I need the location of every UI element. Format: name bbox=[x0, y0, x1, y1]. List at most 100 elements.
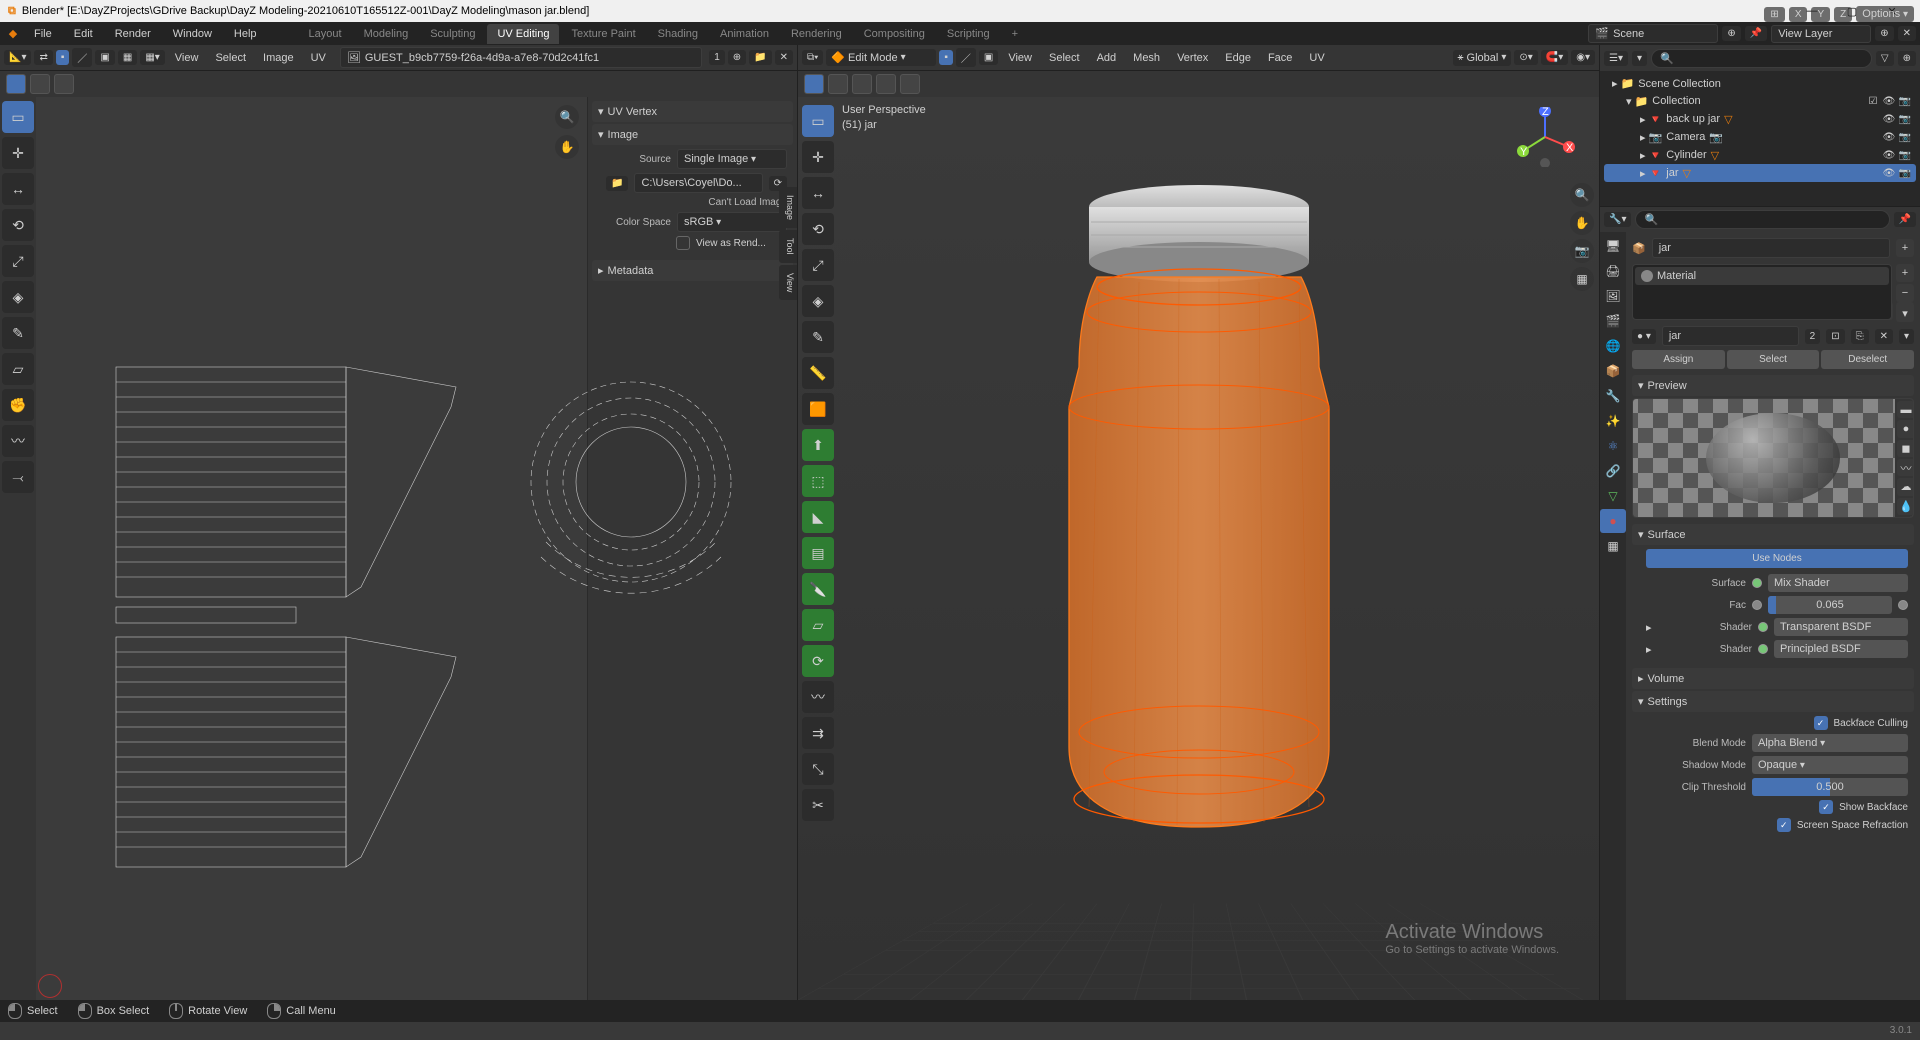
nav-gizmo[interactable]: Z Y X bbox=[1515, 107, 1575, 167]
vtool-spin[interactable]: ⟳ bbox=[802, 645, 834, 677]
tool-relax[interactable]: 〰 bbox=[2, 425, 34, 457]
tree-backup-jar[interactable]: ▸ 🔻 back up jar▽ 👁📷 bbox=[1604, 110, 1916, 128]
pivot-dropdown[interactable]: ⊙▾ bbox=[1514, 50, 1537, 65]
vp-camera-icon[interactable]: 📷 bbox=[1570, 239, 1594, 263]
ws-compositing[interactable]: Compositing bbox=[854, 24, 935, 44]
socket-icon[interactable] bbox=[1898, 600, 1908, 610]
selmode-edge[interactable]: ／ bbox=[956, 48, 976, 67]
vtool-extrude[interactable]: ⬆ bbox=[802, 429, 834, 461]
vtool-annotate[interactable]: ✎ bbox=[802, 321, 834, 353]
scene-new-button[interactable]: ⊕ bbox=[1722, 26, 1740, 41]
ptab-world[interactable]: 🌐 bbox=[1600, 334, 1626, 358]
slot-remove[interactable]: − bbox=[1896, 284, 1914, 302]
ws-texture-paint[interactable]: Texture Paint bbox=[561, 24, 645, 44]
tree-camera[interactable]: ▸ 📷 Camera📷 👁📷 bbox=[1604, 128, 1916, 146]
viewlayer-remove-button[interactable]: ✕ bbox=[1898, 26, 1916, 41]
material-nodes-toggle[interactable]: ▾ bbox=[1899, 329, 1914, 344]
tree-cylinder[interactable]: ▸ 🔻 Cylinder▽ 👁📷 bbox=[1604, 146, 1916, 164]
ptab-particle[interactable]: ✨ bbox=[1600, 409, 1626, 433]
orientation-dropdown[interactable]: ⚹ Global ▾ bbox=[1453, 50, 1512, 66]
ws-rendering[interactable]: Rendering bbox=[781, 24, 852, 44]
material-slot-list[interactable]: Material bbox=[1632, 264, 1892, 320]
ptab-scene[interactable]: 🎬 bbox=[1600, 309, 1626, 333]
material-unlink[interactable]: ✕ bbox=[1875, 329, 1893, 344]
uv-pan-icon[interactable]: ✋ bbox=[555, 135, 579, 159]
ptab-output[interactable]: 🖨 bbox=[1600, 259, 1626, 283]
eye-icon[interactable]: 👁 bbox=[1882, 148, 1896, 162]
vp-menu-uv[interactable]: UV bbox=[1302, 50, 1331, 66]
uv-image-unlink[interactable]: ✕ bbox=[775, 50, 793, 65]
vtool-addcube[interactable]: 🟧 bbox=[802, 393, 834, 425]
render-icon[interactable]: 📷 bbox=[1898, 130, 1912, 144]
vp-axis-z[interactable]: Z bbox=[1834, 7, 1852, 22]
ptab-object[interactable]: 📦 bbox=[1600, 359, 1626, 383]
vp-overlay-4[interactable] bbox=[876, 74, 896, 94]
expand-icon[interactable]: ▸ bbox=[1646, 621, 1658, 634]
render-icon[interactable]: 📷 bbox=[1898, 112, 1912, 126]
tree-collection[interactable]: ▾ 📁 Collection ☑👁📷 bbox=[1604, 92, 1916, 110]
uv-selmode-face[interactable]: ▣ bbox=[95, 50, 114, 65]
backface-culling-checkbox[interactable]: ✓ bbox=[1814, 716, 1828, 730]
propedit-toggle[interactable]: ◉▾ bbox=[1571, 50, 1595, 65]
vtool-rip[interactable]: ✂ bbox=[802, 789, 834, 821]
preview-flat[interactable]: ▬ bbox=[1897, 401, 1914, 418]
uv-menu-view[interactable]: View bbox=[168, 50, 206, 66]
blendmode-dropdown[interactable]: Alpha Blend ▾ bbox=[1752, 734, 1908, 752]
panel-settings[interactable]: ▾ Settings bbox=[1632, 691, 1914, 712]
use-nodes-button[interactable]: Use Nodes bbox=[1646, 549, 1908, 568]
menu-help[interactable]: Help bbox=[224, 25, 267, 43]
vp-persp-icon[interactable]: ▦ bbox=[1570, 267, 1594, 291]
panel-uv-vertex[interactable]: ▾ UV Vertex bbox=[592, 101, 793, 122]
ptab-modifier[interactable]: 🔧 bbox=[1600, 384, 1626, 408]
uv-snap-2[interactable] bbox=[30, 74, 50, 94]
editor-type-uv[interactable]: 📐▾ bbox=[4, 50, 31, 65]
selmode-face[interactable]: ▣ bbox=[979, 50, 998, 65]
vtool-loopcut[interactable]: ▤ bbox=[802, 537, 834, 569]
vp-menu-edge[interactable]: Edge bbox=[1218, 50, 1258, 66]
slot-add[interactable]: + bbox=[1896, 264, 1914, 282]
material-browse[interactable]: ● ▾ bbox=[1632, 329, 1656, 344]
eye-icon[interactable]: 👁 bbox=[1882, 94, 1896, 108]
properties-search[interactable]: 🔍 bbox=[1635, 210, 1889, 229]
uv-image-new[interactable]: ⊕ bbox=[728, 50, 746, 65]
outliner-display-mode[interactable]: ▾ bbox=[1632, 51, 1647, 66]
uv-snap-toggle[interactable] bbox=[6, 74, 26, 94]
scene-pin-button[interactable]: 📌 bbox=[1745, 26, 1767, 41]
eye-icon[interactable]: 👁 bbox=[1882, 112, 1896, 126]
uv-zoom-icon[interactable]: 🔍 bbox=[555, 105, 579, 129]
ws-layout[interactable]: Layout bbox=[299, 24, 352, 44]
expand-icon[interactable]: ▸ bbox=[1646, 643, 1658, 656]
tree-scene-collection[interactable]: ▸ 📁 Scene Collection bbox=[1604, 75, 1916, 92]
vp-zoom-icon[interactable]: 🔍 bbox=[1570, 183, 1594, 207]
uv-selmode-vertex[interactable]: ▪ bbox=[56, 50, 70, 65]
uv-canvas[interactable]: 🔍 ✋ bbox=[36, 97, 587, 1000]
shader2-dropdown[interactable]: Principled BSDF bbox=[1774, 640, 1908, 658]
preview-hair[interactable]: 〰 bbox=[1897, 459, 1914, 476]
ptab-constraint[interactable]: 🔗 bbox=[1600, 459, 1626, 483]
ptab-texture[interactable]: ▦ bbox=[1600, 534, 1626, 558]
ptab-material[interactable]: ● bbox=[1600, 509, 1626, 533]
uv-sticky-dropdown[interactable]: ▦▾ bbox=[140, 50, 164, 65]
mat-add-button[interactable]: + bbox=[1896, 239, 1914, 257]
vtool-inset[interactable]: ⬚ bbox=[802, 465, 834, 497]
vp-menu-face[interactable]: Face bbox=[1261, 50, 1299, 66]
image-path-field[interactable]: C:\Users\Coyel\Do... bbox=[634, 173, 762, 193]
viewlayer-new-button[interactable]: ⊕ bbox=[1875, 26, 1893, 41]
material-new[interactable]: ⊡ bbox=[1826, 329, 1844, 344]
tool-scale[interactable]: ⤢ bbox=[2, 245, 34, 277]
ssr-checkbox[interactable]: ✓ bbox=[1777, 818, 1791, 832]
clip-threshold-slider[interactable]: 0.500 bbox=[1752, 778, 1908, 796]
deselect-button[interactable]: Deselect bbox=[1821, 350, 1914, 369]
source-dropdown[interactable]: Single Image ▾ bbox=[677, 149, 787, 169]
material-slot[interactable]: Material bbox=[1635, 267, 1889, 285]
material-users[interactable]: 2 bbox=[1805, 329, 1821, 344]
vtool-polybuild[interactable]: ▱ bbox=[802, 609, 834, 641]
vtool-bevel[interactable]: ◣ bbox=[802, 501, 834, 533]
tool-rip[interactable]: ▱ bbox=[2, 353, 34, 385]
material-copy[interactable]: ⎘ bbox=[1851, 329, 1869, 344]
vp-overlay-5[interactable] bbox=[900, 74, 920, 94]
preview-sphere[interactable]: ● bbox=[1897, 420, 1914, 437]
eye-icon[interactable]: 👁 bbox=[1882, 166, 1896, 180]
render-icon[interactable]: 📷 bbox=[1898, 166, 1912, 180]
show-backface-checkbox[interactable]: ✓ bbox=[1819, 800, 1833, 814]
